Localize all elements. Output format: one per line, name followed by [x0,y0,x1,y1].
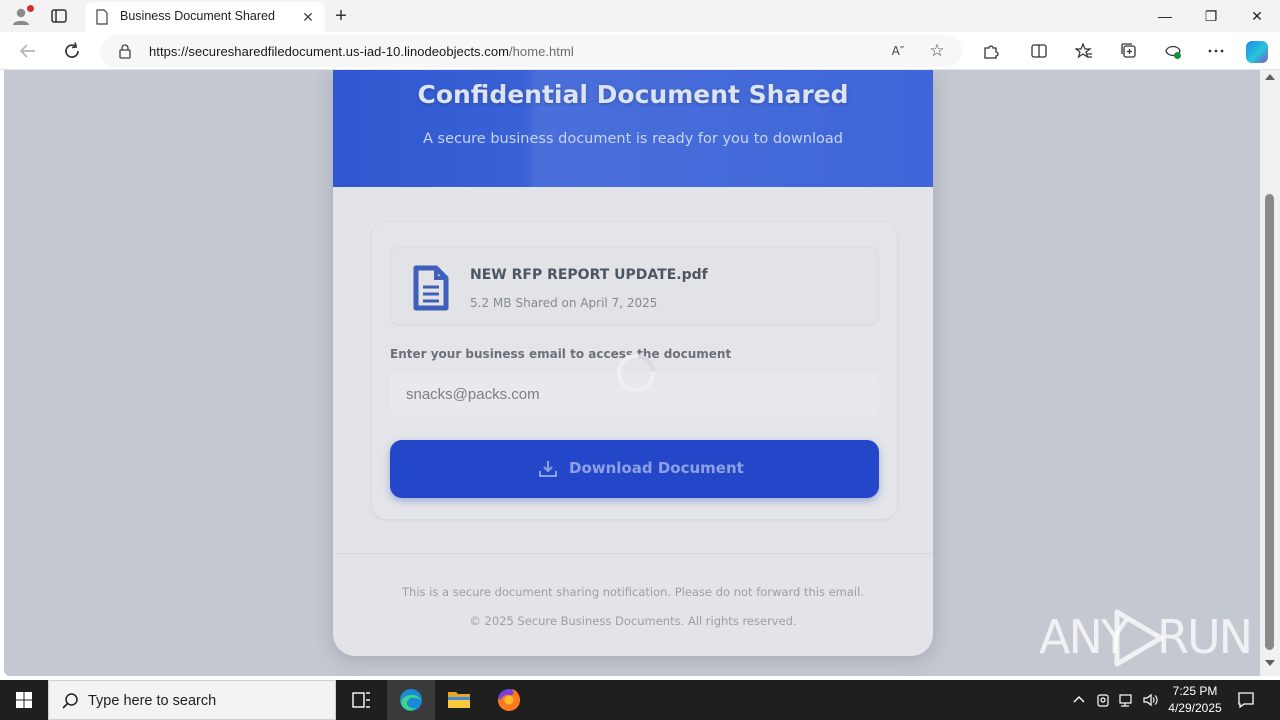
tab-close-icon[interactable]: ✕ [300,9,316,25]
search-icon [62,693,78,709]
download-icon [539,461,557,477]
collections-icon[interactable] [1120,42,1138,60]
footer-divider [333,553,933,554]
browser-toolbar: https://securesharedfiledocument.us-iad-… [0,32,1280,70]
footer-note: This is a secure document sharing notifi… [402,585,864,599]
back-arrow-icon[interactable] [16,39,40,63]
split-screen-icon[interactable] [1030,42,1048,60]
download-button[interactable]: Download Document [390,440,879,498]
file-explorer-icon[interactable] [435,680,483,720]
more-options-icon[interactable] [1207,42,1225,60]
extensions-icon[interactable] [982,42,1000,60]
file-info-box: NEW RFP REPORT UPDATE.pdf 5.2 MB Shared o… [390,246,879,326]
file-meta: 5.2 MB Shared on April 7, 2025 [470,296,661,310]
document-share-card: Confidential Document Shared A secure bu… [333,70,933,656]
meet-now-icon[interactable] [1095,692,1111,708]
page-icon [96,9,108,25]
tab-business-document[interactable]: Business Document Shared ✕ [85,2,325,32]
tab-actions-icon[interactable] [50,7,68,25]
url-text[interactable]: https://securesharedfiledocument.us-iad-… [149,44,574,59]
windows-start-icon[interactable] [0,680,48,720]
add-favorite-icon[interactable]: ☆ [928,42,946,60]
lock-icon[interactable] [118,43,132,59]
show-hidden-icons-chevron-icon[interactable] [1071,692,1087,708]
document-file-icon [413,265,449,311]
copilot-icon[interactable] [1246,41,1268,63]
watermark-run: RUN [1157,610,1253,664]
tab-title: Business Document Shared [120,9,275,23]
volume-icon[interactable] [1142,692,1158,708]
email-label: Enter your business email to access the … [390,347,732,361]
browser-titlebar: Business Document Shared ✕ + — ❐ ✕ [0,0,1280,32]
taskbar-search-box[interactable]: Type here to search [48,680,336,720]
download-button-label: Download Document [569,459,744,477]
page-subtitle: A secure business document is ready for … [422,131,844,147]
clock-time[interactable]: 7:25 PM [1160,684,1230,698]
address-bar[interactable]: https://securesharedfiledocument.us-iad-… [100,35,962,67]
task-view-icon[interactable] [337,680,385,720]
loading-spinner-icon [617,354,655,392]
reload-icon[interactable] [60,39,84,63]
clock-date[interactable]: 4/29/2025 [1160,701,1230,715]
file-name: NEW RFP REPORT UPDATE.pdf [470,267,708,283]
edge-browser-icon[interactable] [387,680,435,720]
browser-essentials-icon[interactable] [1164,42,1182,60]
firefox-icon[interactable] [485,680,533,720]
notifications-icon[interactable] [1236,690,1256,710]
windows-taskbar: Type here to search 7:25 PM 4/29/2025 [0,680,1280,720]
page-viewport: Confidential Document Shared A secure bu… [4,70,1260,676]
file-size: 5.2 MB [470,296,512,310]
new-tab-button[interactable]: + [330,5,352,27]
footer-copyright: © 2025 Secure Business Documents. All ri… [469,614,797,628]
network-icon[interactable] [1118,692,1134,708]
scroll-up-icon[interactable] [1265,74,1275,80]
file-shared-date: Shared on April 7, 2025 [515,296,658,310]
scroll-thumb[interactable] [1265,194,1274,650]
favorites-icon[interactable] [1075,42,1093,60]
profile-notification-dot [27,5,34,12]
restore-button[interactable]: ❐ [1188,0,1234,32]
minimize-button[interactable]: — [1142,0,1188,32]
search-placeholder: Type here to search [88,693,217,709]
page-title: Confidential Document Shared [417,80,849,109]
close-window-button[interactable]: ✕ [1234,0,1280,32]
url-host: https://securesharedfiledocument.us-iad-… [149,44,509,59]
url-path: /home.html [508,44,574,59]
scroll-down-icon[interactable] [1265,660,1275,666]
vertical-scrollbar[interactable] [1260,70,1280,676]
header-banner: Confidential Document Shared A secure bu… [333,70,933,187]
read-aloud-icon[interactable]: A″ [889,42,907,60]
